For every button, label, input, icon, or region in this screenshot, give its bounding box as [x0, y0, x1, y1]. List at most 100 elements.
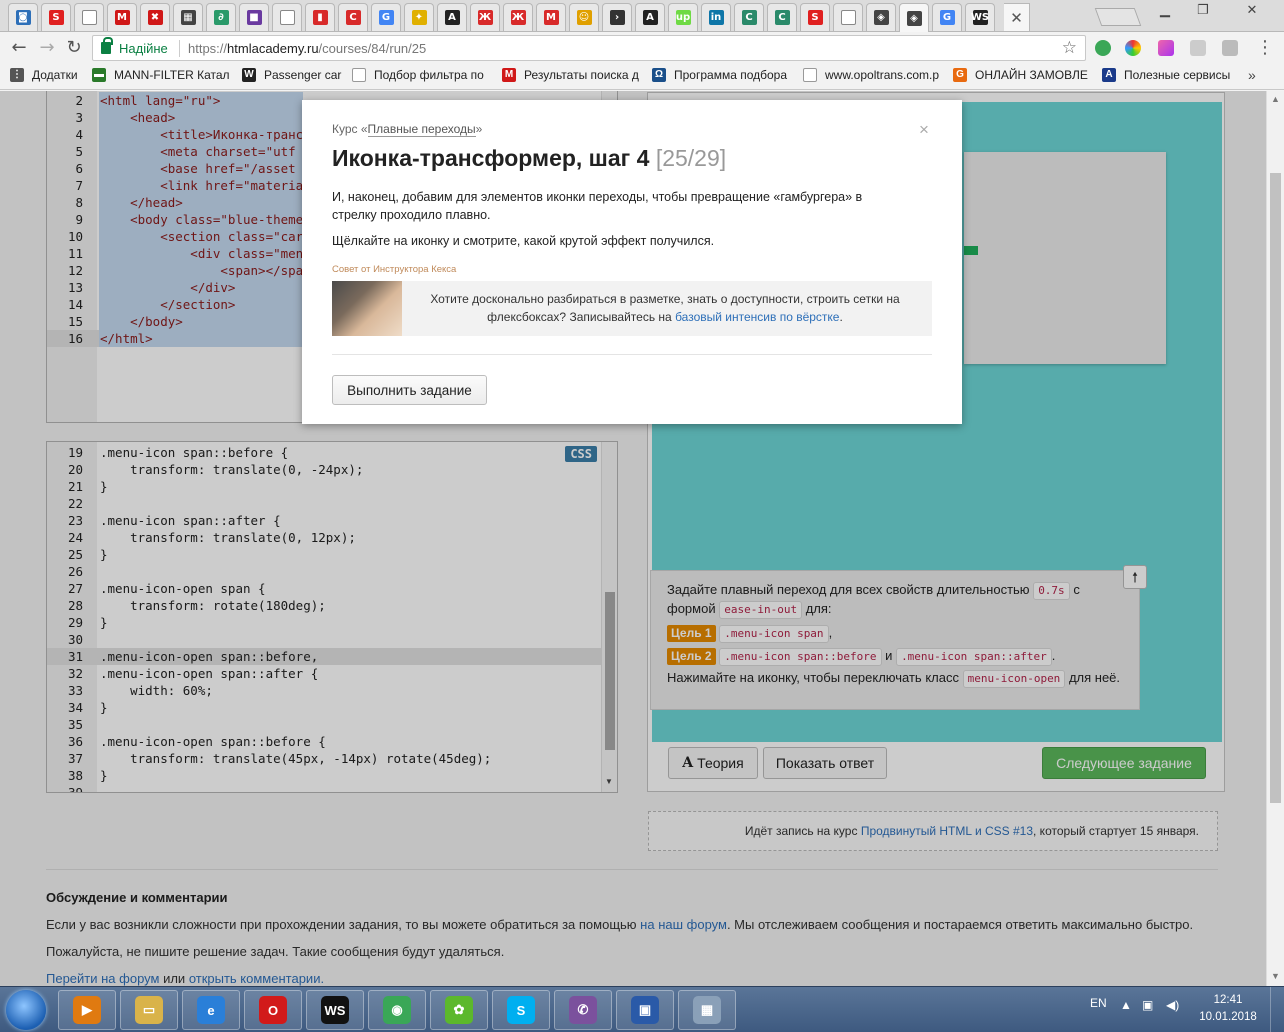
close-tab-icon[interactable]: ✕: [1004, 3, 1030, 31]
taskbar-app[interactable]: ▣: [616, 990, 674, 1030]
network-icon: ▣: [631, 996, 659, 1024]
lock-icon: [101, 37, 113, 54]
browser-tab[interactable]: M: [107, 3, 137, 31]
translate-icon: G: [378, 10, 394, 25]
bookmark-item[interactable]: W Passenger car: [242, 68, 341, 82]
browser-tab[interactable]: C: [734, 3, 764, 31]
browser-tab[interactable]: in: [701, 3, 731, 31]
course-name-link[interactable]: Плавные переходы: [367, 122, 476, 137]
more-bookmarks-icon[interactable]: »: [1248, 67, 1256, 83]
reload-icon[interactable]: ↻: [63, 38, 85, 58]
extension-color-icon[interactable]: [1125, 40, 1141, 56]
extension-drive-icon[interactable]: [1222, 40, 1238, 56]
browser-tab[interactable]: ◈: [866, 3, 896, 31]
taskbar-app[interactable]: ▭: [120, 990, 178, 1030]
browser-tab[interactable]: C: [338, 3, 368, 31]
intensive-link[interactable]: базовый интенсив по вёрстке: [675, 310, 839, 324]
browser-tab[interactable]: up: [668, 3, 698, 31]
taskbar-app[interactable]: ◉: [368, 990, 426, 1030]
taskbar-app[interactable]: ✆: [554, 990, 612, 1030]
start-button[interactable]: [6, 990, 46, 1030]
separator: [179, 40, 180, 57]
menu-icon[interactable]: ⋮: [1254, 38, 1276, 58]
browser-tab[interactable]: M: [536, 3, 566, 31]
browser-tab[interactable]: S: [800, 3, 830, 31]
start-task-button[interactable]: Выполнить задание: [332, 375, 487, 405]
browser-tab[interactable]: G: [932, 3, 962, 31]
browser-tab[interactable]: ›: [602, 3, 632, 31]
browser-tab[interactable]: A: [437, 3, 467, 31]
back-icon[interactable]: ←: [8, 38, 30, 58]
modal-close-icon[interactable]: ×: [919, 120, 929, 140]
bookmark-item[interactable]: www.opoltrans.com.p: [803, 68, 939, 82]
linkedin-icon: in: [708, 10, 724, 25]
browser-tab[interactable]: [272, 3, 302, 31]
taskbar-app[interactable]: S: [492, 990, 550, 1030]
extension-pdf-icon[interactable]: [1190, 40, 1206, 56]
browser-tab[interactable]: ■: [239, 3, 269, 31]
browser-tab[interactable]: Ж: [470, 3, 500, 31]
explorer-icon: ▭: [135, 996, 163, 1024]
browser-tab[interactable]: ✦: [404, 3, 434, 31]
bookmark-item[interactable]: M Результаты поиска д: [502, 68, 639, 82]
browser-tab[interactable]: ▦: [173, 3, 203, 31]
bookmark-item[interactable]: A Полезные сервисы: [1102, 68, 1230, 82]
taskbar-app[interactable]: O: [244, 990, 302, 1030]
browser-tab[interactable]: ✖: [140, 3, 170, 31]
browser-tab[interactable]: ☺: [569, 3, 599, 31]
scroll-up-icon[interactable]: ▲: [1271, 94, 1280, 104]
smile-icon: ☺: [576, 10, 592, 25]
tray-expand-icon[interactable]: ▲: [1120, 998, 1132, 1012]
taskbar-app[interactable]: ▶: [58, 990, 116, 1030]
figure-icon: Ж: [477, 10, 493, 25]
skype-icon: S: [507, 996, 535, 1024]
taskbar-app[interactable]: WS: [306, 990, 364, 1030]
taskbar-app[interactable]: e: [182, 990, 240, 1030]
browser-tab[interactable]: WS: [965, 3, 995, 31]
bookmark-item[interactable]: Подбор фильтра по: [352, 68, 484, 82]
browser-tab[interactable]: C: [767, 3, 797, 31]
browser-tab[interactable]: ◙: [8, 3, 38, 31]
bookmark-star-icon[interactable]: ☆: [1062, 38, 1077, 58]
restore-icon[interactable]: ❐: [1188, 0, 1218, 20]
taskbar-app[interactable]: ▦: [678, 990, 736, 1030]
language-indicator[interactable]: EN: [1090, 996, 1107, 1010]
bookmark-item[interactable]: ▬ MANN-FILTER Катал: [92, 68, 230, 82]
volume-icon[interactable]: ◀): [1166, 998, 1179, 1012]
modal-divider: [332, 354, 932, 355]
browser-tab[interactable]: A: [635, 3, 665, 31]
browser-tab[interactable]: Ж: [503, 3, 533, 31]
minimize-icon[interactable]: ▁: [1150, 0, 1180, 20]
bookmark-label: Додатки: [32, 68, 78, 82]
browser-tab[interactable]: [833, 3, 863, 31]
address-bar[interactable]: Надійне https://htmlacademy.ru/courses/8…: [92, 35, 1086, 61]
window-close-icon[interactable]: ✕: [1226, 0, 1278, 20]
bookmark-label: Программа подбора: [674, 68, 788, 82]
forward-icon[interactable]: →: [36, 38, 58, 58]
extension-green-icon[interactable]: [1095, 40, 1111, 56]
network-tray-icon[interactable]: ▣: [1142, 998, 1153, 1012]
apps-icon: ⋮: [10, 68, 24, 82]
browser-tab[interactable]: [74, 3, 104, 31]
page-scroll-thumb[interactable]: [1270, 173, 1281, 803]
show-desktop-button[interactable]: [1270, 987, 1284, 1032]
bookmark-item[interactable]: G ОНЛАЙН ЗАМОВЛЕ: [953, 68, 1088, 82]
bulb-icon: ✦: [411, 10, 427, 25]
page-scrollbar[interactable]: ▲ ▼: [1266, 91, 1284, 986]
browser-tab[interactable]: S: [41, 3, 71, 31]
browser-tab[interactable]: ◈: [899, 3, 929, 32]
browser-tab[interactable]: ∂: [206, 3, 236, 31]
browser-tab[interactable]: ▮: [305, 3, 335, 31]
c-icon: C: [774, 10, 790, 25]
taskbar-app[interactable]: ✿: [430, 990, 488, 1030]
new-tab-button[interactable]: [1094, 8, 1142, 26]
media-player-icon: ▶: [73, 996, 101, 1024]
scroll-down-icon[interactable]: ▼: [1271, 971, 1280, 981]
kex-cat-image: [332, 281, 402, 336]
browser-tab[interactable]: G: [371, 3, 401, 31]
bookmark-item[interactable]: Ω Программа подбора: [652, 68, 787, 82]
bookmark-item[interactable]: ⋮ Додатки: [10, 68, 78, 82]
modal-paragraph-2: Щёлкайте на иконку и смотрите, какой кру…: [332, 234, 715, 248]
clock[interactable]: 12:41 10.01.2018: [1196, 992, 1260, 1026]
extension-pink-icon[interactable]: [1158, 40, 1174, 56]
